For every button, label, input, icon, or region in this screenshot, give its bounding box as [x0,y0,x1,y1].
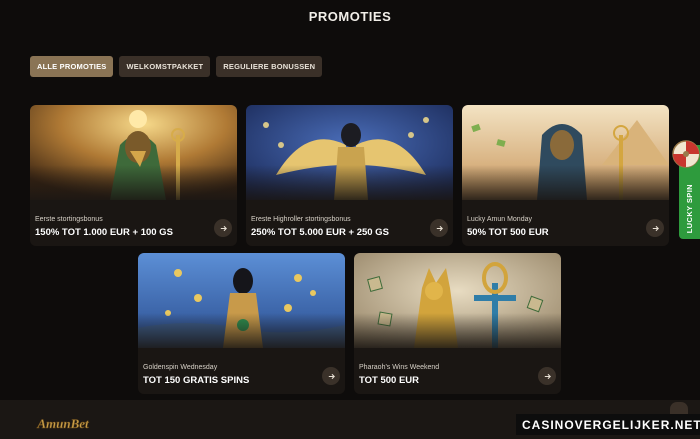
arrow-right-icon[interactable] [430,219,448,237]
arrow-right-icon[interactable] [214,219,232,237]
arrow-right-icon[interactable] [646,219,664,237]
promo-subtitle: Lucky Amun Monday [467,216,532,223]
lucky-spin-label: LUCKY SPIN [685,183,694,233]
promo-subtitle: Ereste Highroller stortingsbonus [251,216,351,223]
promo-headline: 150% TOT 1.000 EUR + 100 GS [35,227,173,238]
promo-card-pharaohs-wins[interactable]: Pharaoh's Wins Weekend TOT 500 EUR [354,253,561,394]
svg-text:AmunBet: AmunBet [36,416,89,431]
promo-headline: 250% TOT 5.000 EUR + 250 GS [251,227,389,238]
promo-card-lucky-amun[interactable]: Lucky Amun Monday 50% TOT 500 EUR [462,105,669,246]
page-title: PROMOTIES [308,9,392,24]
promo-subtitle: Goldenspin Wednesday [143,364,218,371]
promo-card-goldenspin[interactable]: Goldenspin Wednesday TOT 150 GRATIS SPIN… [138,253,345,394]
wheel-icon[interactable] [672,140,700,168]
promo-card-eerste-storting[interactable]: Eerste stortingsbonus 150% TOT 1.000 EUR… [30,105,237,246]
tab-reguliere-bonussen[interactable]: REGULIERE BONUSSEN [216,56,323,77]
promo-headline: TOT 500 EUR [359,375,420,386]
promo-headline: 50% TOT 500 EUR [467,227,549,238]
tab-alle-promoties[interactable]: ALLE PROMOTIES [30,56,114,77]
promo-headline: TOT 150 GRATIS SPINS [143,375,250,386]
tab-welkomstpakket[interactable]: WELKOMSTPAKKET [119,56,211,77]
amunbet-logo[interactable]: AmunBet [32,412,94,434]
watermark: CASINOVERGELIJKER.NET [516,414,700,435]
promo-tabs: ALLE PROMOTIES WELKOMSTPAKKET REGULIERE … [30,56,323,77]
arrow-right-icon[interactable] [538,367,556,385]
promo-card-highroller[interactable]: Ereste Highroller stortingsbonus 250% TO… [246,105,453,246]
promo-subtitle: Pharaoh's Wins Weekend [359,364,440,371]
promo-subtitle: Eerste stortingsbonus [35,216,103,223]
arrow-right-icon[interactable] [322,367,340,385]
